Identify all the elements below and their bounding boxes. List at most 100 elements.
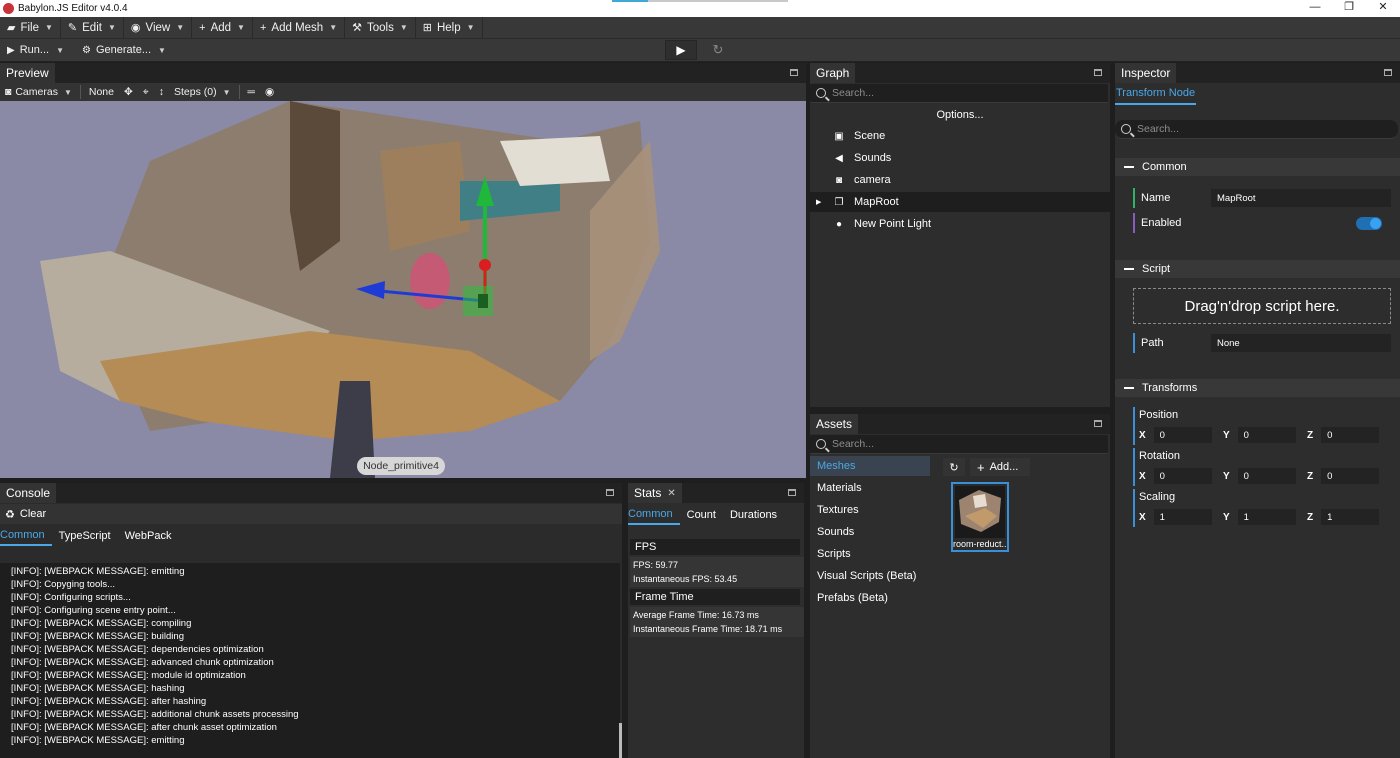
preview-panel: Preview ◙ Cameras ▼ None ✥ ⌖ ↕ Steps (0)… — [0, 63, 806, 478]
caret-down-icon: ▼ — [176, 23, 185, 32]
generate-button[interactable]: ⚙ Generate... ▼ — [82, 39, 166, 61]
close-tab-icon[interactable]: ✕ — [667, 488, 675, 499]
tab-preview[interactable]: Preview — [0, 63, 55, 83]
assets-panel: Assets Search... Meshes Materials Textur… — [810, 414, 1110, 758]
tab-stats-durations[interactable]: Durations — [723, 505, 784, 525]
rotation-y-input[interactable]: 0 — [1237, 468, 1296, 484]
scene-render — [40, 101, 660, 478]
minimize-button[interactable]: — — [1298, 0, 1332, 17]
play-scene-button[interactable]: ▶ — [665, 40, 697, 60]
rotate-gizmo-icon[interactable]: ⌖ — [138, 83, 154, 101]
tab-stats-common[interactable]: Common — [628, 505, 680, 525]
asset-mesh-name: room-reduct... — [953, 539, 1007, 549]
console-log[interactable]: [INFO]: [WEBPACK MESSAGE]: emitting [INF… — [0, 563, 620, 758]
add-asset-button[interactable]: + Add... — [970, 458, 1030, 476]
tab-console-typescript[interactable]: TypeScript — [52, 526, 118, 546]
menu-file[interactable]: ▰ File ▼ — [0, 16, 61, 39]
position-x-input[interactable]: 0 — [1153, 427, 1212, 443]
tree-item-maproot[interactable]: ▶ ❐ MapRoot — [810, 192, 1110, 212]
tree-item-scene[interactable]: ▣ Scene — [810, 126, 1110, 146]
section-transforms[interactable]: Transforms — [1115, 379, 1400, 397]
maximize-icon[interactable] — [790, 69, 798, 76]
tab-graph[interactable]: Graph — [810, 63, 856, 83]
gizmo-z-handle[interactable] — [479, 259, 491, 271]
gizmo-none-button[interactable]: None — [84, 83, 119, 101]
eye-icon[interactable]: ◉ — [260, 83, 279, 101]
chair-shape — [410, 253, 450, 309]
menu-file-label: File — [20, 21, 39, 34]
tree-item-point-light[interactable]: ● New Point Light — [810, 214, 1110, 234]
asset-mesh-item[interactable]: room-reduct... — [951, 482, 1009, 552]
path-field[interactable]: None — [1211, 334, 1391, 352]
maximize-icon[interactable] — [788, 489, 796, 496]
log-line: [INFO]: [WEBPACK MESSAGE]: dependencies … — [11, 644, 264, 655]
maximize-icon[interactable] — [1094, 69, 1102, 76]
assets-cat-prefabs[interactable]: Prefabs (Beta) — [810, 588, 930, 608]
graph-search-input[interactable]: Search... — [810, 84, 1108, 103]
assets-cat-scripts[interactable]: Scripts — [810, 544, 930, 564]
assets-cat-meshes[interactable]: Meshes — [810, 456, 930, 476]
clear-console-button[interactable]: ♻ Clear — [0, 508, 46, 521]
caret-right-icon[interactable]: ▶ — [816, 198, 821, 206]
tab-assets[interactable]: Assets — [810, 414, 859, 434]
restore-button[interactable]: ❐ — [1332, 0, 1366, 17]
name-field[interactable]: MapRoot — [1211, 189, 1391, 207]
menu-view[interactable]: ◉ View ▼ — [124, 16, 193, 39]
position-y-input[interactable]: 0 — [1237, 427, 1296, 443]
assets-cat-materials[interactable]: Materials — [810, 478, 930, 498]
tab-transform-node[interactable]: Transform Node — [1115, 83, 1197, 105]
scene-viewport[interactable] — [0, 101, 806, 478]
console-tabs: Common TypeScript WebPack — [0, 526, 178, 546]
menu-add[interactable]: + Add ▼ — [192, 16, 253, 39]
gizmo-center[interactable] — [478, 294, 488, 308]
inspector-search-input[interactable]: Search... — [1115, 120, 1398, 139]
scaling-x-input[interactable]: 1 — [1153, 509, 1212, 525]
scaling-y-input[interactable]: 1 — [1237, 509, 1296, 525]
edit-icon: ✎ — [67, 22, 78, 34]
tree-item-label: Scene — [854, 130, 886, 142]
rotation-x-input[interactable]: 0 — [1153, 468, 1212, 484]
steps-dropdown[interactable]: Steps (0) ▼ — [169, 83, 236, 101]
grip-lines-icon[interactable]: ═ — [243, 83, 260, 101]
scaling-z-input[interactable]: 1 — [1321, 509, 1380, 525]
assets-cat-visual-scripts[interactable]: Visual Scripts (Beta) — [810, 566, 930, 586]
tab-console-common[interactable]: Common — [0, 526, 52, 546]
rotation-z-input[interactable]: 0 — [1321, 468, 1380, 484]
script-dropzone[interactable]: Drag'n'drop script here. — [1133, 288, 1391, 324]
tab-stats[interactable]: Stats ✕ — [628, 483, 682, 503]
tab-inspector[interactable]: Inspector — [1115, 63, 1177, 83]
enabled-toggle[interactable] — [1356, 217, 1382, 230]
assets-cat-textures[interactable]: Textures — [810, 500, 930, 520]
cameras-dropdown[interactable]: ◙ Cameras ▼ — [0, 83, 77, 101]
tree-item-sounds[interactable]: ◀ Sounds — [810, 148, 1110, 168]
console-scrollbar[interactable] — [619, 723, 622, 758]
graph-options-button[interactable]: Options... — [810, 105, 1110, 125]
scale-gizmo-icon[interactable]: ↕ — [154, 83, 169, 101]
stats-header: Stats ✕ — [628, 483, 804, 503]
maximize-icon[interactable] — [1094, 420, 1102, 427]
menu-tools[interactable]: ⚒ Tools ▼ — [345, 16, 416, 39]
menu-help[interactable]: ⊞ Help ▼ — [416, 16, 483, 39]
position-z-input[interactable]: 0 — [1321, 427, 1380, 443]
tree-item-camera[interactable]: ◙ camera — [810, 170, 1110, 190]
tab-stats-count[interactable]: Count — [680, 505, 723, 525]
log-line: [INFO]: [WEBPACK MESSAGE]: building — [11, 631, 184, 642]
mesh-thumbnail — [955, 486, 1005, 538]
axis-x-label: X — [1139, 470, 1146, 482]
refresh-assets-button[interactable]: ↻ — [943, 458, 965, 476]
section-common[interactable]: Common — [1115, 158, 1400, 176]
play-icon: ▶ — [676, 43, 686, 57]
move-gizmo-icon[interactable]: ✥ — [119, 83, 138, 101]
section-script[interactable]: Script — [1115, 260, 1400, 278]
tab-console-webpack[interactable]: WebPack — [118, 526, 179, 546]
restart-button[interactable]: ↻ — [706, 40, 730, 60]
assets-search-input[interactable]: Search... — [810, 435, 1108, 454]
close-button[interactable]: ✕ — [1366, 0, 1400, 17]
menu-add-mesh[interactable]: + Add Mesh ▼ — [253, 16, 346, 39]
maximize-icon[interactable] — [606, 489, 614, 496]
maximize-icon[interactable] — [1384, 69, 1392, 76]
run-button[interactable]: ▶ Run... ▼ — [7, 39, 64, 61]
menu-edit[interactable]: ✎ Edit ▼ — [61, 16, 124, 39]
assets-cat-sounds[interactable]: Sounds — [810, 522, 930, 542]
tab-console[interactable]: Console — [0, 483, 57, 503]
